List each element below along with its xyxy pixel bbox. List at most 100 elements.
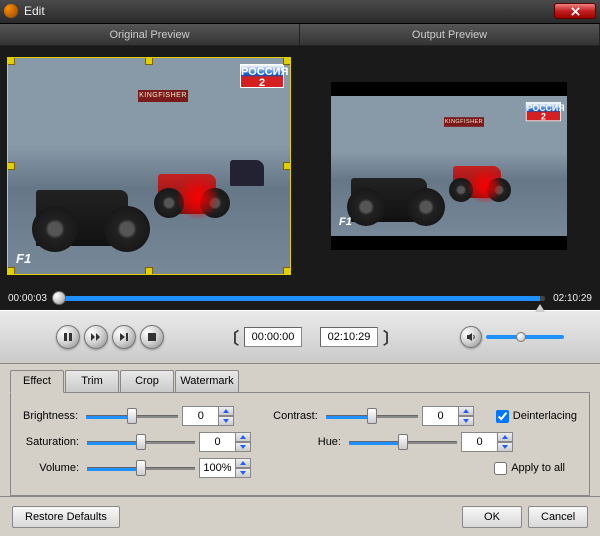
crop-handle[interactable] bbox=[283, 57, 291, 65]
pause-button[interactable] bbox=[56, 325, 80, 349]
broadcast-watermark: РОССИЯ2 bbox=[240, 64, 284, 88]
track-sign: KINGFISHER bbox=[138, 90, 188, 102]
row-volume: Volume: Apply to all bbox=[23, 455, 577, 481]
preview-headers: Original Preview Output Preview bbox=[0, 24, 600, 46]
wheel-icon bbox=[407, 188, 445, 226]
crop-handle[interactable] bbox=[283, 162, 291, 170]
original-preview-pane: KINGFISHER РОССИЯ2 F1 bbox=[0, 46, 298, 287]
window-title: Edit bbox=[24, 4, 554, 18]
apply-to-all-checkbox[interactable]: Apply to all bbox=[494, 462, 565, 475]
titlebar[interactable]: Edit bbox=[0, 0, 600, 24]
slider-thumb[interactable] bbox=[127, 408, 137, 424]
cancel-button[interactable]: Cancel bbox=[528, 506, 588, 528]
brightness-input[interactable] bbox=[182, 406, 218, 426]
spin-up-button[interactable] bbox=[235, 458, 251, 468]
set-out-point-button[interactable]: 〕 bbox=[382, 326, 400, 348]
spin-up-button[interactable] bbox=[497, 432, 513, 442]
transport-bar: 〔 00:00:00 02:10:29 〕 bbox=[0, 310, 600, 364]
spin-down-button[interactable] bbox=[458, 416, 474, 426]
crop-handle[interactable] bbox=[145, 267, 153, 275]
apply-to-all-input[interactable] bbox=[494, 462, 507, 475]
spin-up-button[interactable] bbox=[235, 432, 251, 442]
fast-forward-button[interactable] bbox=[84, 325, 108, 349]
hue-slider[interactable] bbox=[349, 434, 457, 450]
trim-start-field[interactable]: 00:00:00 bbox=[244, 327, 302, 347]
contrast-spinner[interactable] bbox=[422, 406, 474, 426]
crop-frame[interactable]: KINGFISHER РОССИЯ2 F1 bbox=[7, 57, 291, 275]
brightness-slider[interactable] bbox=[86, 408, 178, 424]
volume-input[interactable] bbox=[199, 458, 235, 478]
volume-spinner[interactable] bbox=[199, 458, 251, 478]
tab-row: Effect Trim Crop Watermark bbox=[10, 370, 590, 392]
spin-down-button[interactable] bbox=[235, 442, 251, 452]
volume-thumb[interactable] bbox=[516, 332, 526, 342]
tab-effect[interactable]: Effect bbox=[10, 370, 64, 393]
edit-window: Edit Original Preview Output Preview KIN… bbox=[0, 0, 600, 536]
stop-button[interactable] bbox=[140, 325, 164, 349]
close-icon bbox=[571, 7, 580, 16]
saturation-spinner[interactable] bbox=[199, 432, 251, 452]
timeline-track-wrap[interactable] bbox=[55, 286, 545, 310]
spin-down-button[interactable] bbox=[497, 442, 513, 452]
wheel-icon bbox=[32, 206, 78, 252]
tab-watermark[interactable]: Watermark bbox=[175, 370, 239, 392]
row-brightness-contrast: Brightness: Contrast: Deinterlacing bbox=[23, 403, 577, 429]
hue-spinner[interactable] bbox=[461, 432, 513, 452]
crop-handle[interactable] bbox=[7, 57, 15, 65]
hue-label: Hue: bbox=[295, 436, 345, 448]
crop-handle[interactable] bbox=[145, 57, 153, 65]
crop-handle[interactable] bbox=[7, 162, 15, 170]
timeline-track[interactable] bbox=[55, 296, 545, 301]
tab-crop[interactable]: Crop bbox=[120, 370, 174, 392]
contrast-label: Contrast: bbox=[273, 410, 322, 422]
brake-light-glow bbox=[176, 176, 220, 220]
ok-button[interactable]: OK bbox=[462, 506, 522, 528]
restore-defaults-button[interactable]: Restore Defaults bbox=[12, 506, 120, 528]
volume-slider[interactable] bbox=[486, 335, 564, 339]
spin-up-button[interactable] bbox=[218, 406, 234, 416]
contrast-slider[interactable] bbox=[326, 408, 418, 424]
deinterlacing-checkbox[interactable]: Deinterlacing bbox=[496, 410, 577, 423]
footer: Restore Defaults OK Cancel bbox=[0, 496, 600, 536]
race-car-far bbox=[230, 160, 264, 186]
close-button[interactable] bbox=[554, 3, 596, 19]
slider-thumb[interactable] bbox=[398, 434, 408, 450]
effect-tab-content: Brightness: Contrast: Deinterlacing Satu… bbox=[10, 392, 590, 496]
spin-down-button[interactable] bbox=[235, 468, 251, 478]
crop-handle[interactable] bbox=[7, 267, 15, 275]
saturation-input[interactable] bbox=[199, 432, 235, 452]
time-current: 00:00:03 bbox=[8, 293, 47, 304]
contrast-input[interactable] bbox=[422, 406, 458, 426]
time-total: 02:10:29 bbox=[553, 293, 592, 304]
original-preview-header: Original Preview bbox=[0, 24, 300, 46]
saturation-label: Saturation: bbox=[23, 436, 83, 448]
next-frame-button[interactable] bbox=[112, 325, 136, 349]
spin-up-button[interactable] bbox=[458, 406, 474, 416]
volume-label: Volume: bbox=[23, 462, 83, 474]
playhead-thumb[interactable] bbox=[52, 291, 66, 305]
volume-button[interactable] bbox=[460, 326, 482, 348]
set-in-point-button[interactable]: 〔 bbox=[222, 326, 240, 348]
slider-thumb[interactable] bbox=[136, 460, 146, 476]
app-icon bbox=[4, 4, 18, 18]
hue-input[interactable] bbox=[461, 432, 497, 452]
output-frame: KINGFISHER РОССИЯ2 F1 bbox=[331, 82, 567, 250]
preview-area: Original Preview Output Preview KINGFISH… bbox=[0, 24, 600, 311]
volume-slider-effect[interactable] bbox=[87, 460, 195, 476]
f1-logo: F1 bbox=[16, 251, 31, 266]
spin-down-button[interactable] bbox=[218, 416, 234, 426]
deinterlacing-input[interactable] bbox=[496, 410, 509, 423]
output-preview-header: Output Preview bbox=[300, 24, 600, 46]
range-end-marker[interactable] bbox=[535, 304, 545, 312]
output-video: KINGFISHER РОССИЯ2 F1 bbox=[331, 96, 567, 236]
saturation-slider[interactable] bbox=[87, 434, 195, 450]
crop-handle[interactable] bbox=[283, 267, 291, 275]
brightness-label: Brightness: bbox=[23, 410, 82, 422]
slider-thumb[interactable] bbox=[136, 434, 146, 450]
slider-thumb[interactable] bbox=[367, 408, 377, 424]
tab-trim[interactable]: Trim bbox=[65, 370, 119, 392]
brightness-spinner[interactable] bbox=[182, 406, 234, 426]
broadcast-watermark: РОССИЯ2 bbox=[526, 102, 561, 121]
f1-logo: F1 bbox=[339, 216, 352, 228]
trim-end-field[interactable]: 02:10:29 bbox=[320, 327, 378, 347]
